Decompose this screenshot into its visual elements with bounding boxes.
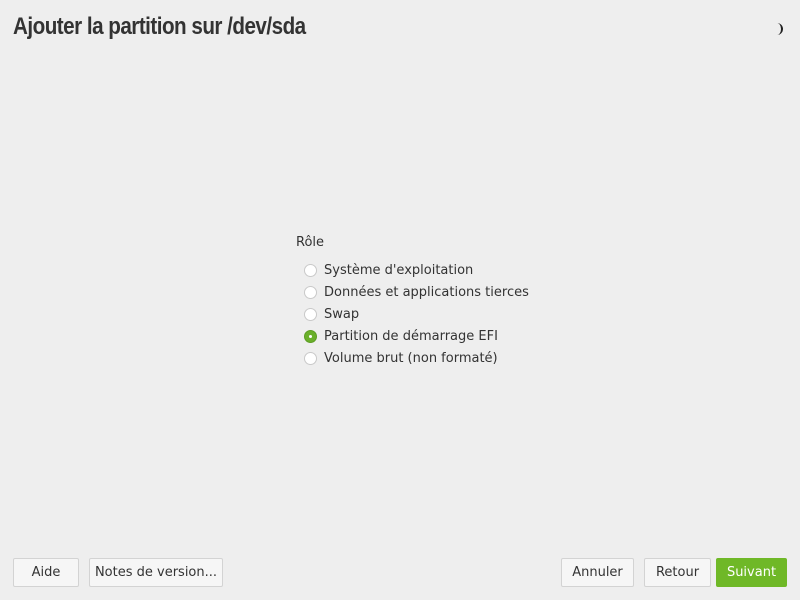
half-moon-icon — [777, 23, 783, 35]
theme-toggle-button[interactable] — [769, 21, 785, 37]
role-option-efi-boot-partition[interactable]: Partition de démarrage EFI — [304, 325, 556, 347]
cancel-button[interactable]: Annuler — [561, 558, 634, 587]
role-radio-group: Rôle Système d'exploitation Données et a… — [296, 235, 556, 369]
role-label: Rôle — [296, 235, 325, 250]
radio-button[interactable] — [304, 307, 317, 321]
role-option-label: Swap — [324, 306, 360, 322]
release-notes-button[interactable]: Notes de version... — [89, 558, 223, 587]
radio-button[interactable] — [304, 285, 317, 299]
radio-button-selected[interactable] — [304, 329, 317, 343]
help-button[interactable]: Aide — [13, 558, 79, 587]
role-option-label: Partition de démarrage EFI — [324, 328, 498, 344]
radio-button[interactable] — [304, 263, 317, 277]
role-option-operating-system[interactable]: Système d'exploitation — [304, 259, 556, 281]
installer-window: Ajouter la partition sur /dev/sda Rôle S… — [0, 0, 800, 600]
next-button[interactable]: Suivant — [716, 558, 787, 587]
role-option-swap[interactable]: Swap — [304, 303, 556, 325]
role-options: Système d'exploitation Données et applic… — [304, 259, 556, 369]
page-title: Ajouter la partition sur /dev/sda — [13, 13, 306, 40]
role-option-label: Données et applications tierces — [324, 284, 529, 300]
back-button[interactable]: Retour — [644, 558, 711, 587]
role-option-label: Système d'exploitation — [324, 262, 474, 278]
role-option-raw-volume[interactable]: Volume brut (non formaté) — [304, 347, 556, 369]
role-option-label: Volume brut (non formaté) — [324, 350, 498, 366]
role-option-data-and-applications[interactable]: Données et applications tierces — [304, 281, 556, 303]
radio-button[interactable] — [304, 351, 317, 365]
